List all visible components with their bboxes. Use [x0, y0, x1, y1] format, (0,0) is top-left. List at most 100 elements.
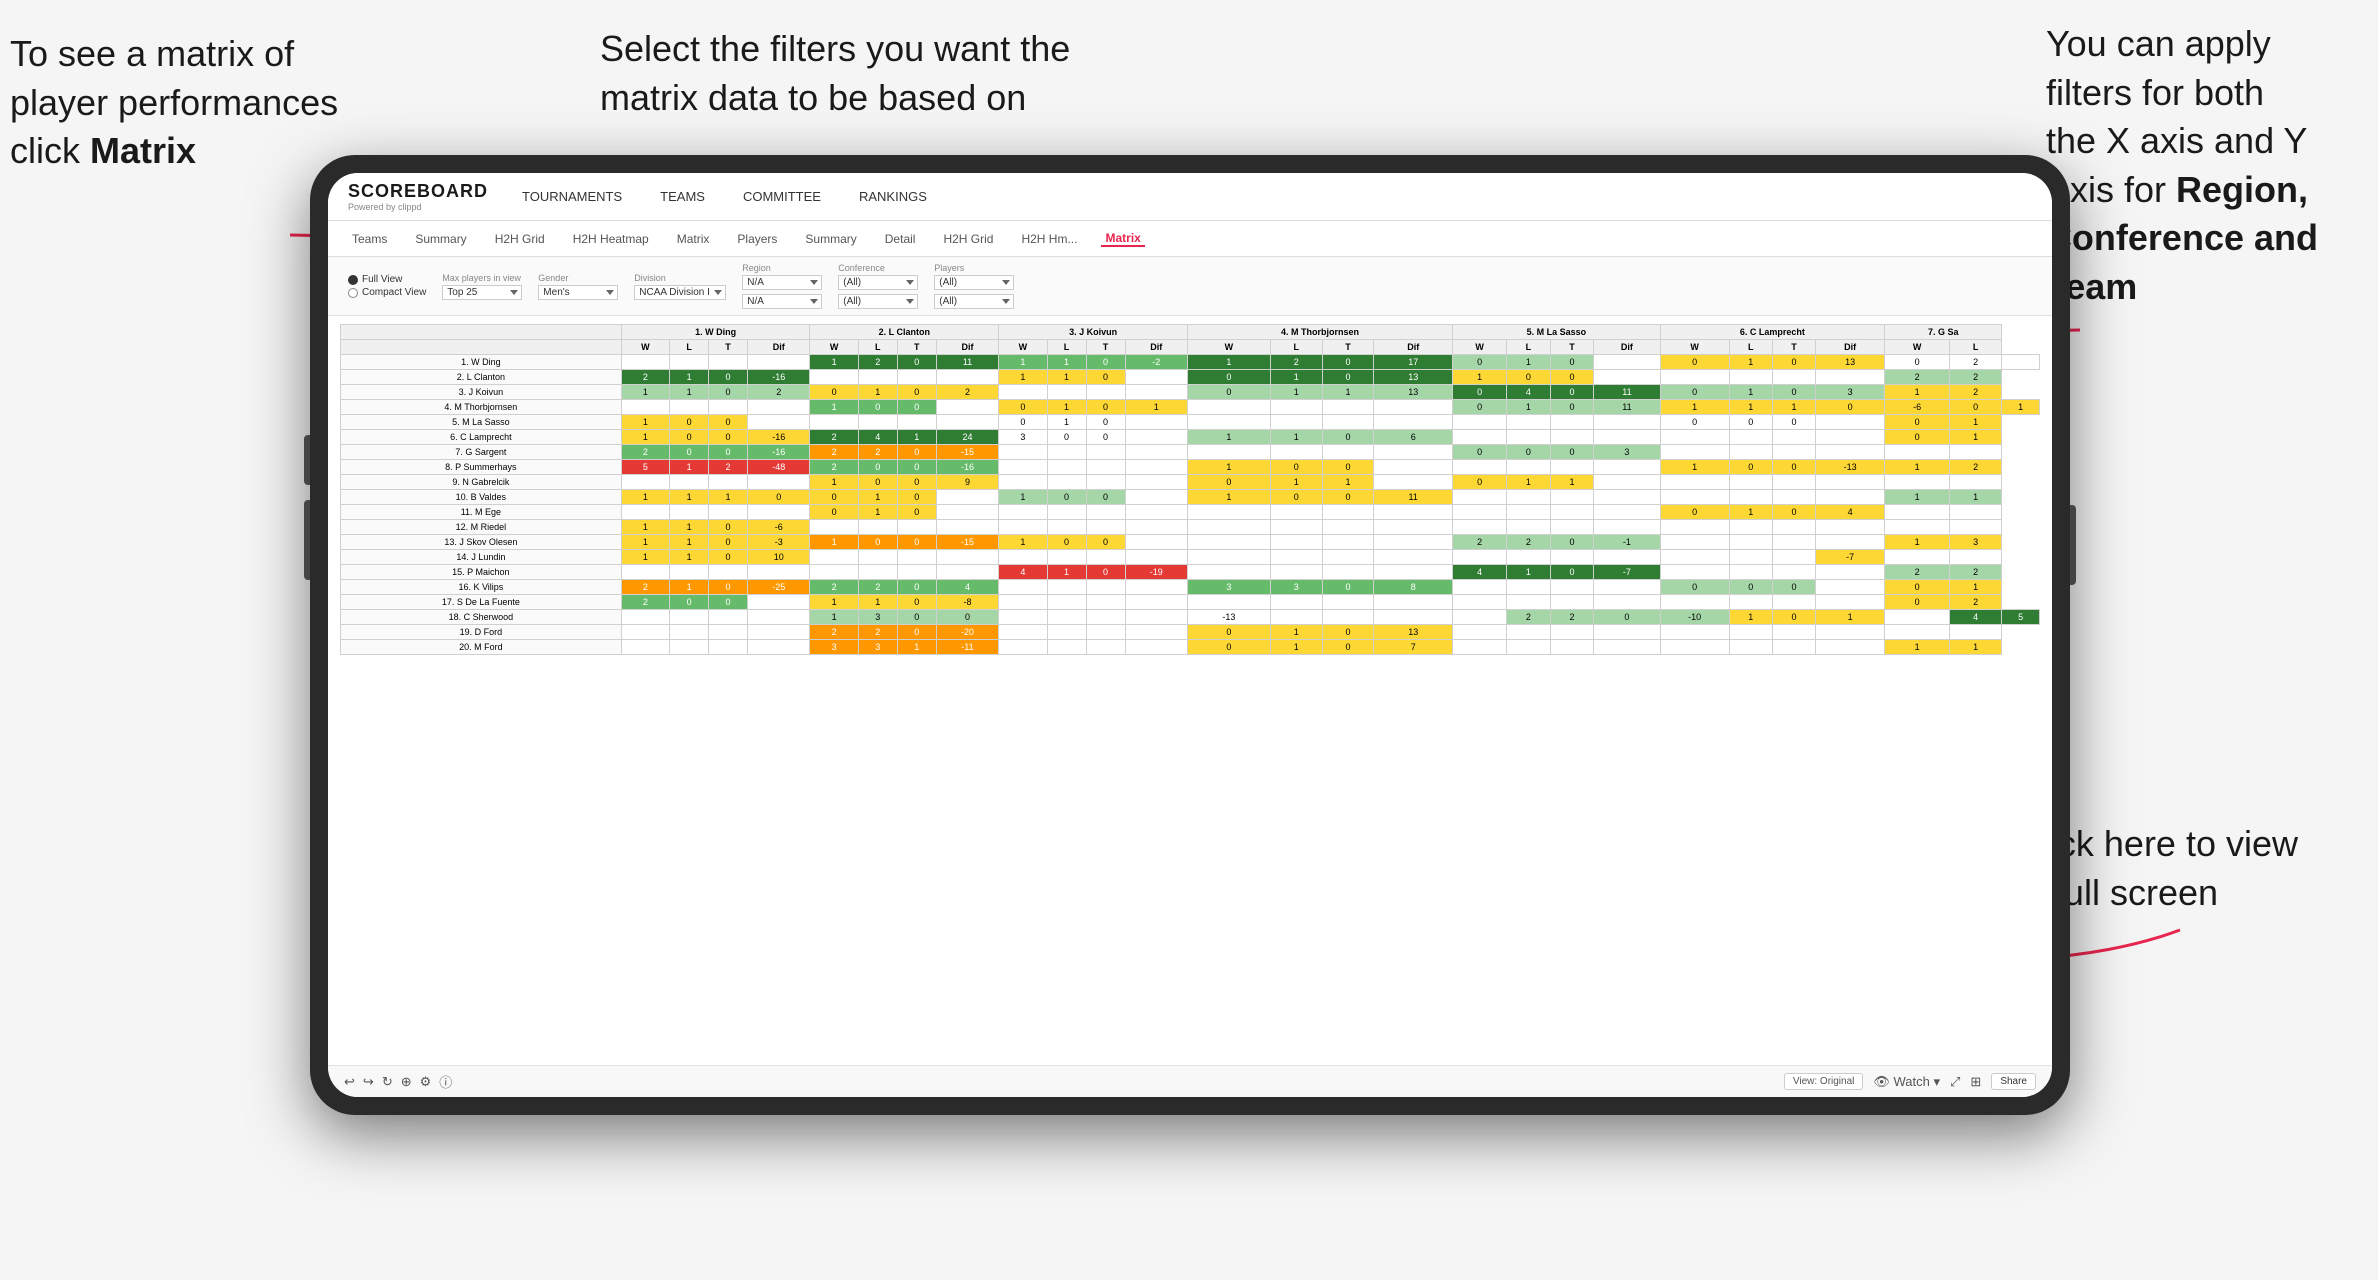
matrix-cell: [709, 400, 748, 415]
matrix-cell: 0: [1086, 415, 1125, 430]
matrix-cell: 1: [1950, 640, 2002, 655]
full-view-radio[interactable]: [348, 275, 358, 285]
subnav-matrix-active[interactable]: Matrix: [1101, 231, 1144, 247]
matrix-cell: [1086, 550, 1125, 565]
main-nav: TOURNAMENTS TEAMS COMMITTEE RANKINGS: [518, 189, 931, 204]
table-row: 12. M Riedel110-6: [341, 520, 2040, 535]
row-name-cell: 4. M Thorbjornsen: [341, 400, 622, 415]
powered-by: Powered by clippd: [348, 202, 488, 212]
matrix-cell: -16: [748, 430, 810, 445]
watch-icon[interactable]: 👁 Watch ▾: [1873, 1074, 1940, 1090]
matrix-cell: [1453, 550, 1507, 565]
matrix-cell: 1: [1950, 490, 2002, 505]
matrix-cell: [1550, 505, 1594, 520]
matrix-cell: [1772, 595, 1815, 610]
gender-select[interactable]: Men's: [538, 285, 618, 300]
matrix-cell: [1772, 535, 1815, 550]
undo-icon[interactable]: ↩: [344, 1074, 355, 1090]
view-original-button[interactable]: View: Original: [1784, 1073, 1864, 1090]
info-icon[interactable]: ⓘ: [439, 1072, 452, 1091]
matrix-cell: [936, 550, 998, 565]
expand-icon[interactable]: ⤢: [1950, 1074, 1960, 1090]
subnav-detail[interactable]: Detail: [881, 232, 920, 246]
matrix-cell: [670, 400, 709, 415]
matrix-cell: 1: [1507, 400, 1551, 415]
matrix-cell: [1270, 505, 1322, 520]
subnav-matrix[interactable]: Matrix: [673, 232, 714, 246]
col-t4: T: [1322, 340, 1374, 355]
conference-filter: Conference (All) (All): [838, 263, 918, 309]
matrix-cell: 0: [858, 535, 897, 550]
subnav-summary2[interactable]: Summary: [801, 232, 860, 246]
conference-select[interactable]: (All): [838, 275, 918, 290]
subnav-teams[interactable]: Teams: [348, 232, 391, 246]
matrix-cell: [1125, 460, 1187, 475]
matrix-cell: 0: [810, 505, 858, 520]
subnav-summary[interactable]: Summary: [411, 232, 470, 246]
matrix-cell: [999, 640, 1047, 655]
matrix-cell: [1816, 640, 1885, 655]
compact-view-radio[interactable]: [348, 288, 358, 298]
nav-tournaments[interactable]: TOURNAMENTS: [518, 189, 626, 204]
matrix-cell: [1374, 610, 1453, 625]
matrix-cell: 1: [1047, 355, 1086, 370]
matrix-cell: 1: [1729, 505, 1772, 520]
max-players-select[interactable]: Top 25: [442, 285, 522, 300]
matrix-cell: 1: [1729, 355, 1772, 370]
matrix-cell: 0: [1453, 400, 1507, 415]
subnav-h2h-heatmap[interactable]: H2H Heatmap: [569, 232, 653, 246]
matrix-cell: [1660, 430, 1729, 445]
matrix-cell: [810, 565, 858, 580]
matrix-cell: 1: [1507, 355, 1551, 370]
matrix-cell: 2: [1507, 535, 1551, 550]
matrix-cell: 0: [1086, 430, 1125, 445]
matrix-cell: 1: [1322, 475, 1374, 490]
region-select[interactable]: N/A: [742, 275, 822, 290]
matrix-cell: [999, 610, 1047, 625]
matrix-cell: -16: [748, 445, 810, 460]
compact-view-label[interactable]: Compact View: [348, 287, 426, 298]
grid-icon[interactable]: ⊞: [1970, 1074, 1981, 1090]
matrix-cell: 1: [1322, 385, 1374, 400]
players-select2[interactable]: (All): [934, 294, 1014, 309]
row-name-cell: 20. M Ford: [341, 640, 622, 655]
matrix-cell: 2: [810, 580, 858, 595]
matrix-cell: [1885, 625, 1950, 640]
subnav-players[interactable]: Players: [733, 232, 781, 246]
matrix-cell: 0: [897, 610, 936, 625]
matrix-cell: 1: [670, 460, 709, 475]
share-button[interactable]: Share: [1991, 1073, 2036, 1090]
nav-teams[interactable]: TEAMS: [656, 189, 709, 204]
subnav-h2h-grid[interactable]: H2H Grid: [491, 232, 549, 246]
subnav-h2h-grid2[interactable]: H2H Grid: [939, 232, 997, 246]
matrix-cell: [936, 565, 998, 580]
matrix-cell: 0: [1550, 445, 1594, 460]
region-select2[interactable]: N/A: [742, 294, 822, 309]
division-select[interactable]: NCAA Division I: [634, 285, 726, 300]
subnav-h2h-hm[interactable]: H2H Hm...: [1017, 232, 1081, 246]
redo-icon[interactable]: ↪: [363, 1074, 374, 1090]
matrix-cell: [748, 610, 810, 625]
row-name-cell: 17. S De La Fuente: [341, 595, 622, 610]
matrix-cell: 0: [748, 490, 810, 505]
matrix-cell: 1: [1660, 460, 1729, 475]
settings-icon[interactable]: ⚙: [420, 1074, 432, 1090]
row-name-cell: 18. C Sherwood: [341, 610, 622, 625]
matrix-cell: 1: [1885, 460, 1950, 475]
matrix-cell: [1270, 610, 1322, 625]
players-select[interactable]: (All): [934, 275, 1014, 290]
header-w-ding: 1. W Ding: [621, 325, 810, 340]
matrix-cell: -20: [936, 625, 998, 640]
matrix-cell: [1772, 490, 1815, 505]
refresh-icon[interactable]: ↻: [382, 1074, 393, 1090]
matrix-cell: [1594, 460, 1660, 475]
conference-select2[interactable]: (All): [838, 294, 918, 309]
full-view-label[interactable]: Full View: [348, 274, 426, 285]
matrix-cell: [1816, 370, 1885, 385]
nav-rankings[interactable]: RANKINGS: [855, 189, 931, 204]
nav-committee[interactable]: COMMITTEE: [739, 189, 825, 204]
matrix-cell: 4: [999, 565, 1047, 580]
matrix-cell: 1: [1885, 385, 1950, 400]
zoom-icon[interactable]: ⊕: [401, 1074, 412, 1090]
annotation-top-right: You can apply filters for both the X axi…: [2046, 20, 2318, 312]
